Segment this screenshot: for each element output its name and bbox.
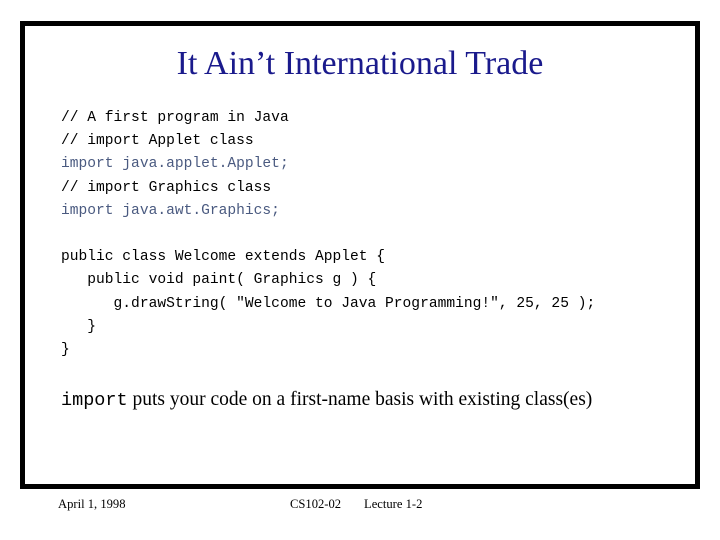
footer-date: April 1, 1998 — [58, 497, 126, 511]
code-line: } — [61, 318, 97, 335]
code-line: // A first program in Java — [61, 110, 289, 126]
code-line: // import Applet class — [61, 133, 254, 150]
code-line: // import Graphics class — [61, 179, 272, 196]
code-line: g.drawString( "Welcome to Java Programmi… — [61, 295, 596, 312]
paragraph-text: puts your code on a first-name basis wit… — [127, 389, 593, 410]
code-block: // A first program in Java // import Appl… — [61, 107, 595, 362]
body-paragraph: import puts your code on a first-name ba… — [61, 385, 671, 416]
code-line: public class Welcome extends Applet { — [61, 249, 386, 266]
code-line: import java.applet.Applet; — [61, 156, 289, 173]
code-line: public void paint( Graphics g ) { — [61, 272, 377, 289]
footer-course: CS102-02 — [290, 497, 342, 511]
page-title: It Ain’t International Trade — [176, 45, 544, 82]
footer-lecture: Lecture 1-2 — [364, 497, 423, 511]
slide: It Ain’t International Trade // A first … — [0, 0, 720, 540]
slide-footer: April 1, 1998 CS102-02 Lecture 1-2 — [0, 496, 720, 516]
code-line: import java.awt.Graphics; — [61, 202, 280, 219]
code-line: } — [61, 342, 70, 359]
slide-content-frame: It Ain’t International Trade // A first … — [20, 21, 700, 489]
paragraph-keyword: import — [61, 390, 128, 411]
